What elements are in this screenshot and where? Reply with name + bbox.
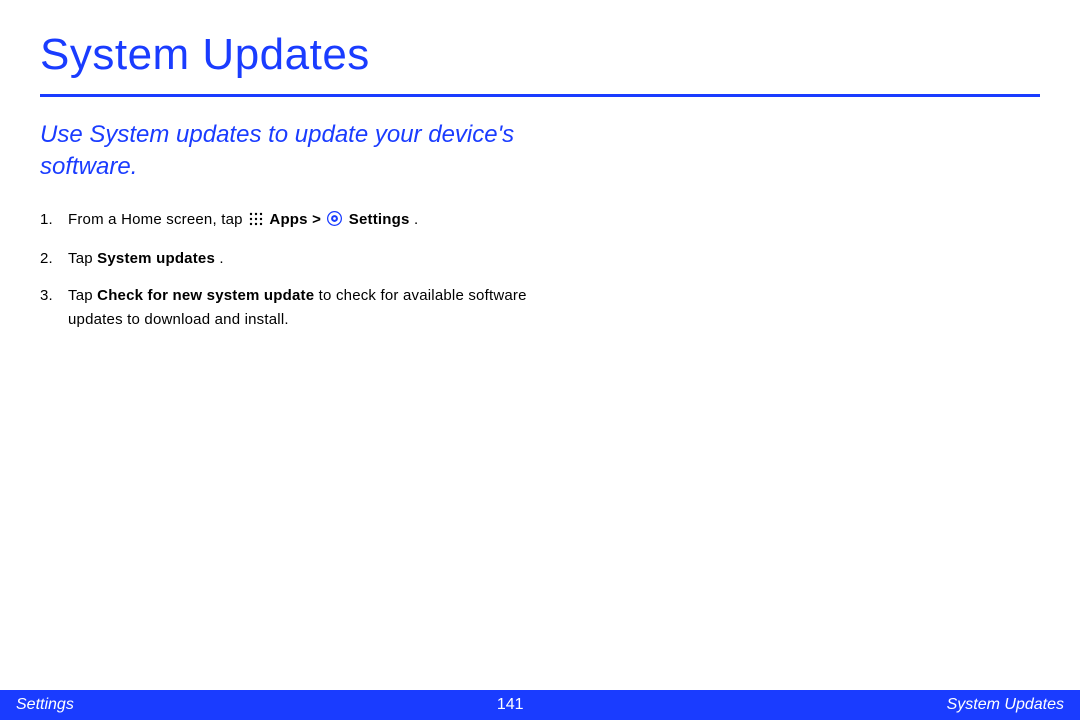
document-page: System Updates Use System updates to upd… (0, 0, 1080, 720)
step-2-bold: System updates (97, 250, 215, 267)
instruction-list: From a Home screen, tap Apps > (40, 208, 560, 331)
step-1-text-pre: From a Home screen, tap (68, 211, 247, 228)
step-3: Tap Check for new system update to check… (40, 284, 560, 331)
apps-grid-icon (249, 210, 263, 233)
step-1-text-post: . (414, 211, 418, 228)
title-divider (40, 94, 1040, 97)
step-1-separator: > (312, 211, 325, 228)
step-2-text-pre: Tap (68, 250, 97, 267)
step-1: From a Home screen, tap Apps > (40, 208, 560, 233)
page-title: System Updates (40, 30, 1040, 80)
step-1-apps-label: Apps (269, 211, 307, 228)
page-footer: Settings 141 System Updates (0, 690, 1080, 720)
page-subtitle: Use System updates to update your device… (40, 119, 560, 184)
footer-section-label: Settings (16, 696, 74, 714)
step-2-text-post: . (219, 250, 223, 267)
footer-topic-label: System Updates (947, 696, 1064, 714)
step-3-bold: Check for new system update (97, 287, 314, 304)
step-1-settings-label: Settings (349, 211, 410, 228)
settings-gear-icon (327, 210, 342, 233)
step-3-text-pre: Tap (68, 287, 97, 304)
step-2: Tap System updates . (40, 247, 560, 270)
footer-page-number: 141 (497, 696, 524, 714)
